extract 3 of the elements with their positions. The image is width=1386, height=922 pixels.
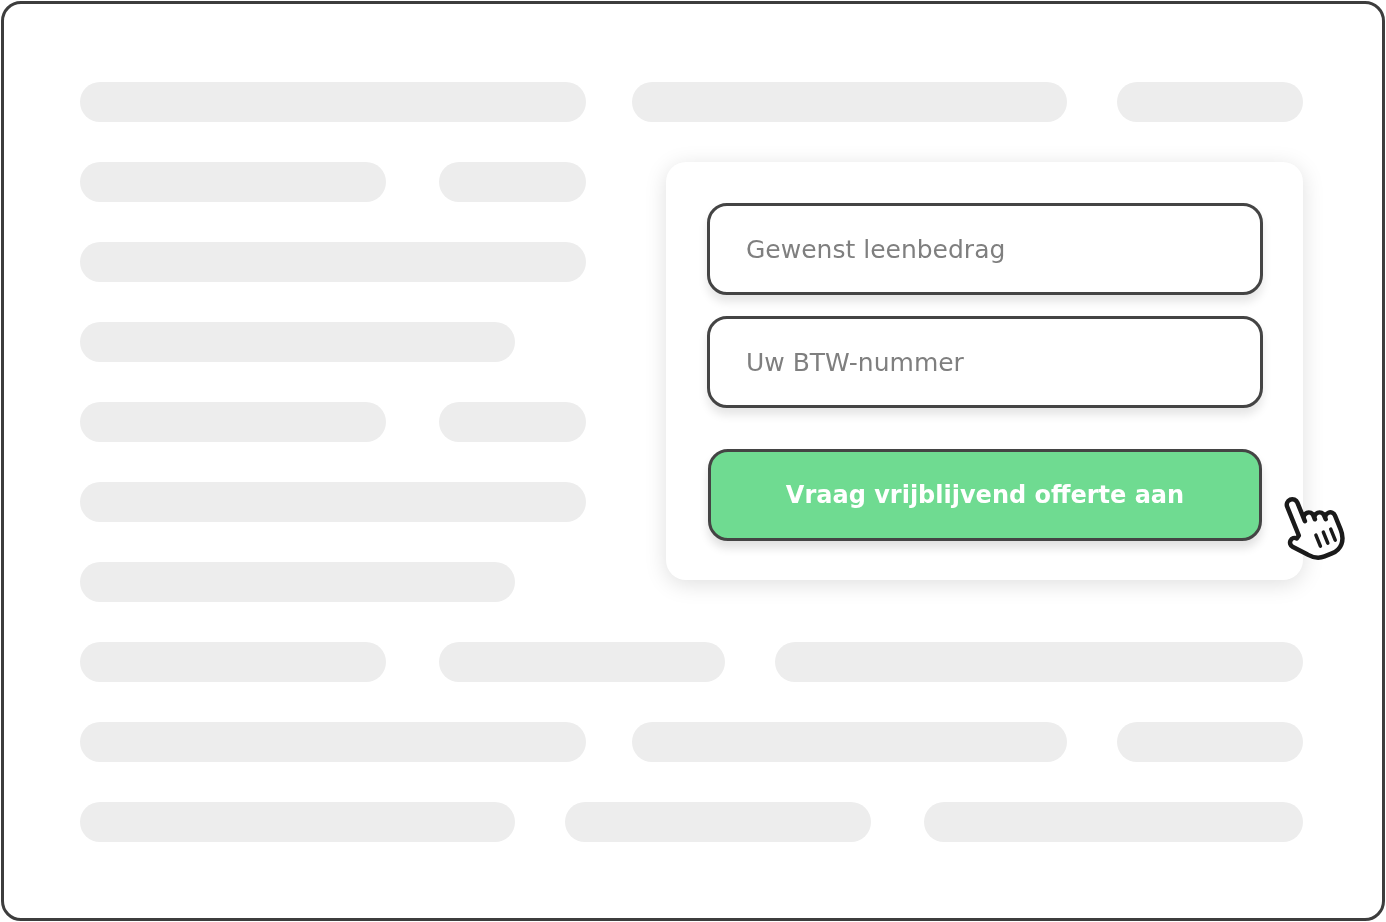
input-field[interactable]: Uw BTW-nummer xyxy=(707,316,1263,408)
submit-button[interactable]: Vraag vrijblijvend offerte aan xyxy=(708,449,1262,541)
input-field[interactable]: Gewenst leenbedrag xyxy=(707,203,1263,295)
